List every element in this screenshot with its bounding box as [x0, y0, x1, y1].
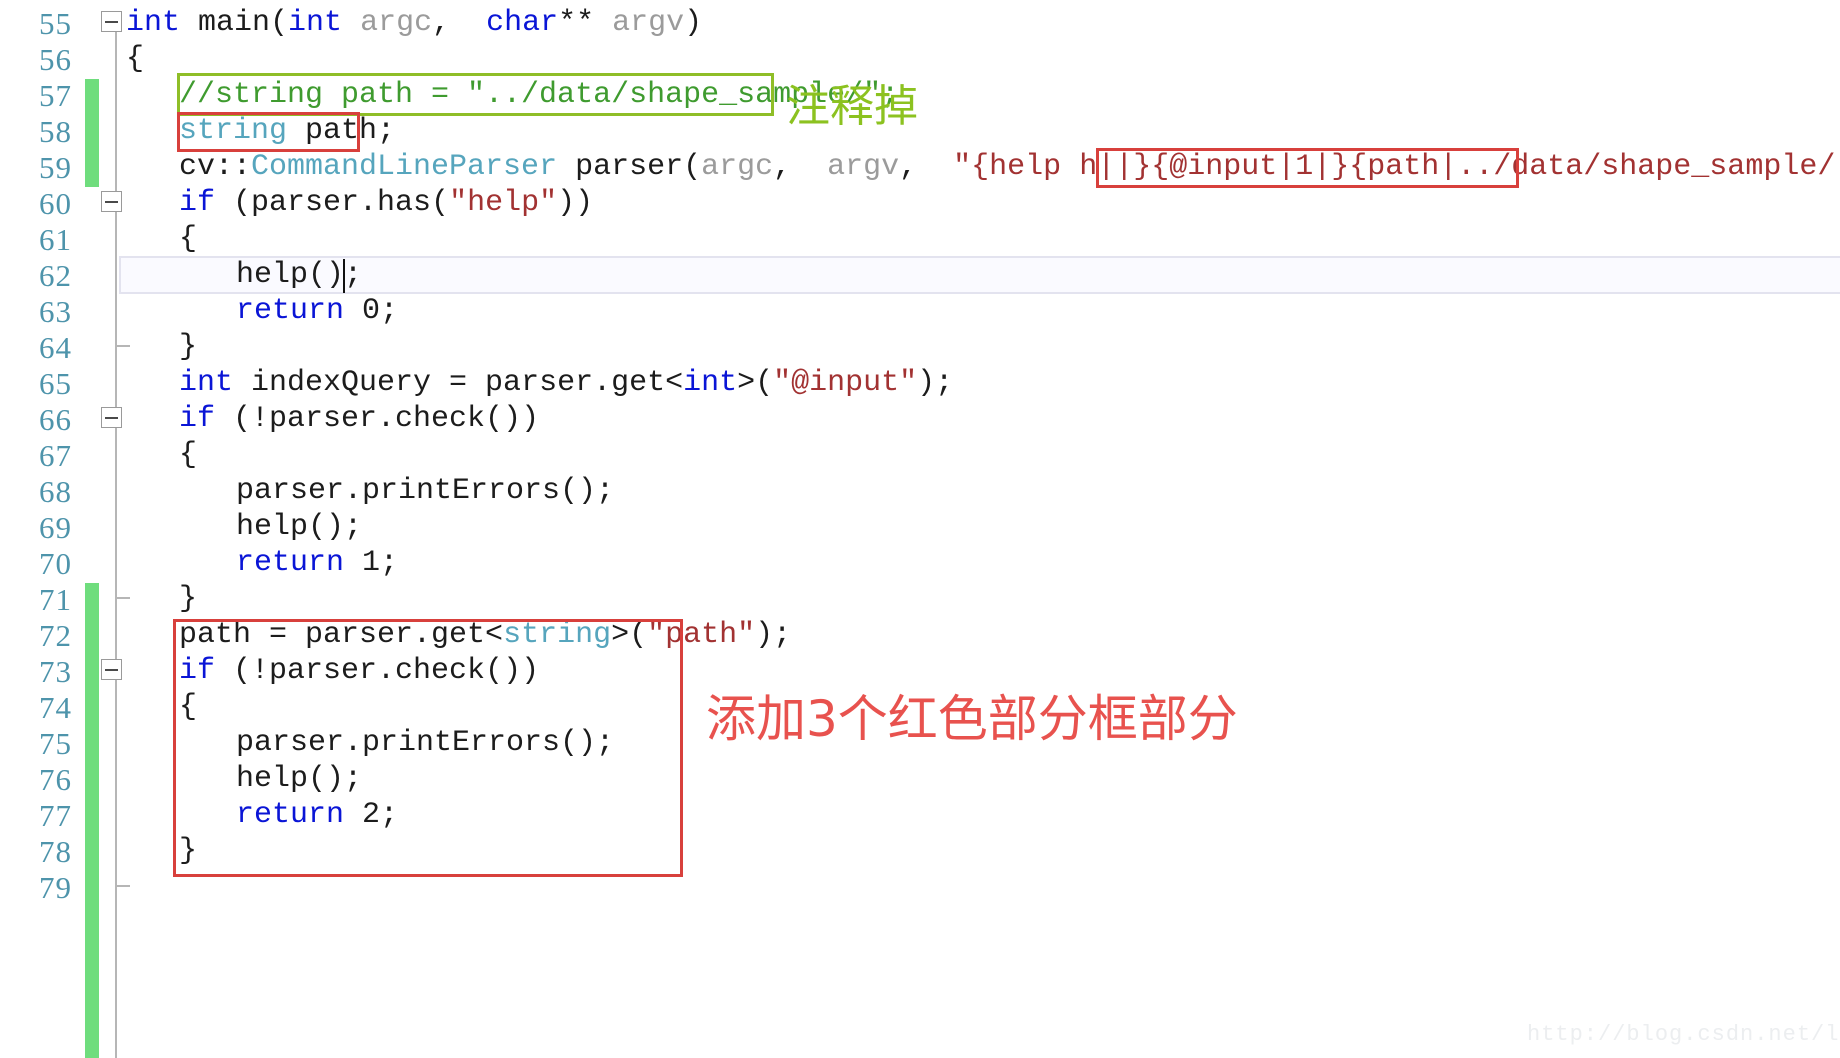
token-expr: 0;	[344, 294, 399, 328]
token-punct: ))	[557, 186, 594, 220]
token-expr: indexQuery = parser.get<	[233, 366, 684, 400]
token-brace: {	[179, 438, 198, 472]
token-function: main(	[180, 6, 289, 40]
token-keyword: return	[236, 294, 345, 328]
code-line-66[interactable]: if (!parser.check())	[179, 401, 539, 437]
code-line-71[interactable]: }	[179, 581, 197, 617]
token-punct: )	[684, 6, 703, 40]
code-line-67[interactable]: {	[179, 437, 197, 473]
code-line-69[interactable]: help();	[236, 509, 362, 545]
token-keyword: char	[486, 6, 559, 40]
token-expr: (!parser.check())	[215, 402, 540, 436]
annotation-note-green: 注释掉	[786, 81, 918, 132]
code-line-55[interactable]: int main(int argc, char** argv)	[126, 5, 702, 41]
code-line-56[interactable]: {	[126, 41, 144, 77]
token-keyword: int	[288, 6, 343, 40]
token-brace: {	[179, 222, 198, 256]
annotation-box-red-line-58	[177, 112, 360, 152]
token-arg: argv	[827, 150, 900, 184]
token-brace: {	[126, 42, 145, 76]
code-lines: int main(int argc, char** argv) { //stri…	[0, 0, 1840, 1058]
token-keyword: if	[179, 186, 216, 220]
token-keyword: int	[683, 366, 738, 400]
token-call: parser.printErrors();	[236, 474, 615, 508]
code-line-64[interactable]: }	[179, 329, 197, 365]
token-param: argv	[594, 6, 685, 40]
watermark: http://blog.csdn.net/longji	[1527, 1022, 1840, 1047]
token-call: help();	[236, 510, 363, 544]
token-brace: }	[179, 582, 198, 616]
code-line-68[interactable]: parser.printErrors();	[236, 473, 614, 509]
code-line-63[interactable]: return 0;	[236, 293, 398, 329]
token-punct: ,	[773, 150, 828, 184]
code-line-70[interactable]: return 1;	[236, 545, 398, 581]
token-expr: (parser.has(	[215, 186, 450, 220]
token-punct: ,	[432, 6, 487, 40]
annotation-box-red-path-option	[1096, 148, 1519, 188]
token-keyword: int	[126, 6, 181, 40]
token-operator: **	[558, 6, 595, 40]
token-keyword: return	[236, 546, 345, 580]
code-line-61[interactable]: {	[179, 221, 197, 257]
token-string: "@input"	[773, 366, 918, 400]
text-caret	[343, 259, 345, 293]
token-arg: argc	[701, 150, 774, 184]
token-keyword: if	[179, 402, 216, 436]
token-punct: >(	[737, 366, 774, 400]
token-punct: ,	[899, 150, 954, 184]
token-brace: }	[179, 330, 198, 364]
code-line-59[interactable]: cv::CommandLineParser parser(argc, argv,…	[179, 149, 1840, 185]
code-line-65[interactable]: int indexQuery = parser.get<int>("@input…	[179, 365, 953, 401]
token-param: argc	[342, 6, 433, 40]
annotation-box-red-lines-72-78	[173, 619, 683, 877]
annotation-box-green-line-57	[177, 73, 774, 116]
token-punct: );	[755, 618, 792, 652]
token-call: parser(	[557, 150, 702, 184]
token-class: CommandLineParser	[251, 150, 558, 184]
token-string: "help"	[449, 186, 558, 220]
code-line-60[interactable]: if (parser.has("help"))	[179, 185, 593, 221]
token-expr: 1;	[344, 546, 399, 580]
token-punct: );	[917, 366, 954, 400]
annotation-note-red: 添加3个红色部分框部分	[706, 690, 1238, 748]
token-keyword: int	[179, 366, 234, 400]
token-namespace: cv::	[179, 150, 252, 184]
code-editor[interactable]: 55 56 57 58 59 60 61 62 63 64 65 66 67 6…	[0, 0, 1840, 1058]
